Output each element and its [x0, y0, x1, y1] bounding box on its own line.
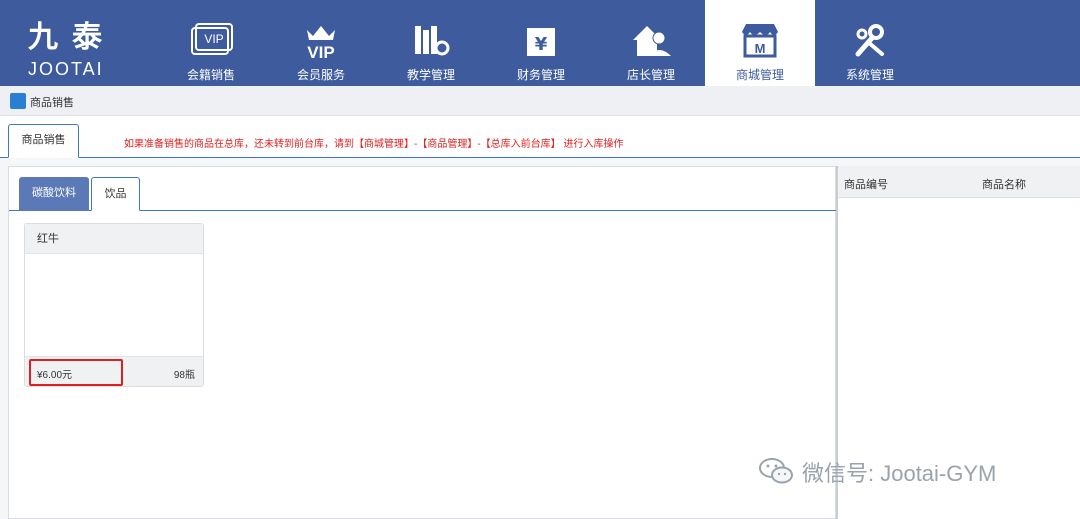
wechat-icon	[759, 458, 793, 484]
product-footer: ¥6.00元 98瓶	[25, 356, 203, 386]
nav-label: 财务管理	[516, 68, 565, 82]
vip-crown-icon: VIP	[307, 26, 335, 60]
svg-text:VIP: VIP	[204, 32, 223, 46]
tab-beverages[interactable]: 饮品	[91, 177, 140, 211]
tab-product-sales[interactable]: 商品销售	[8, 124, 79, 158]
watermark-text: 微信号: Jootai-GYM	[802, 461, 997, 486]
nav-system[interactable]: 系统管理	[815, 0, 925, 86]
cart-icon	[10, 93, 26, 109]
manager-house-icon	[633, 26, 671, 56]
column-header-product-code: 商品编号	[844, 179, 888, 191]
wechat-watermark: 微信号: Jootai-GYM	[758, 454, 1058, 488]
nav-membership-sales[interactable]: VIP 会籍销售	[156, 0, 266, 86]
breadcrumb: 商品销售	[0, 86, 1080, 116]
tab-carbonated-drinks[interactable]: 碳酸饮料	[19, 177, 89, 211]
product-stock: 98瓶	[173, 370, 195, 381]
svg-text:¥: ¥	[535, 34, 548, 55]
nav-member-service[interactable]: VIP 会员服务	[266, 0, 376, 86]
store-icon: M	[742, 24, 778, 58]
nav-finance[interactable]: ¥ 财务管理	[486, 0, 596, 86]
brand-name-cn: 九泰	[28, 21, 116, 54]
top-navigation-bar: 九泰 JOOTAI VIP 会籍销售 VIP 会员服务 教学管理 ¥ 财务管理 …	[0, 0, 1080, 86]
brand-logo: 九泰 JOOTAI	[28, 20, 138, 80]
breadcrumb-label: 商品销售	[30, 97, 74, 109]
page-tab-bar: 商品销售 如果准备销售的商品在总库，还未转到前台库，请到【商城管理】-【商品管理…	[0, 116, 1080, 158]
cart-table-header: 商品编号 商品名称	[838, 166, 1080, 198]
nav-label: 会员服务	[296, 68, 345, 82]
nav-label: 会籍销售	[186, 68, 235, 82]
nav-store-manager[interactable]: 店长管理	[596, 0, 706, 86]
vip-card-icon: VIP	[191, 23, 233, 55]
brand-name-en: JOOTAI	[28, 59, 104, 79]
price-highlight-box	[29, 359, 123, 386]
wrench-gear-icon	[855, 24, 884, 57]
nav-label: 商城管理	[735, 68, 784, 82]
nav-label: 教学管理	[406, 68, 455, 82]
nav-mall-management[interactable]: M 商城管理	[705, 0, 815, 86]
nav-label: 店长管理	[626, 68, 675, 82]
nav-label: 系统管理	[845, 68, 894, 82]
svg-text:M: M	[755, 41, 766, 56]
category-tabs: 碳酸饮料 饮品	[9, 167, 837, 211]
product-name: 红牛	[25, 224, 203, 254]
stock-notice: 如果准备销售的商品在总库，还未转到前台库，请到【商城管理】-【商品管理】-【总库…	[124, 139, 624, 150]
product-card[interactable]: 红牛 ¥6.00元 98瓶	[24, 223, 204, 387]
column-header-product-name: 商品名称	[982, 179, 1026, 191]
yen-ledger-icon: ¥	[527, 24, 555, 56]
product-panel: 碳酸饮料 饮品 红牛 ¥6.00元 98瓶	[8, 166, 837, 519]
books-gear-icon	[415, 26, 450, 56]
svg-text:VIP: VIP	[307, 43, 334, 60]
nav-teaching[interactable]: 教学管理	[376, 0, 486, 86]
